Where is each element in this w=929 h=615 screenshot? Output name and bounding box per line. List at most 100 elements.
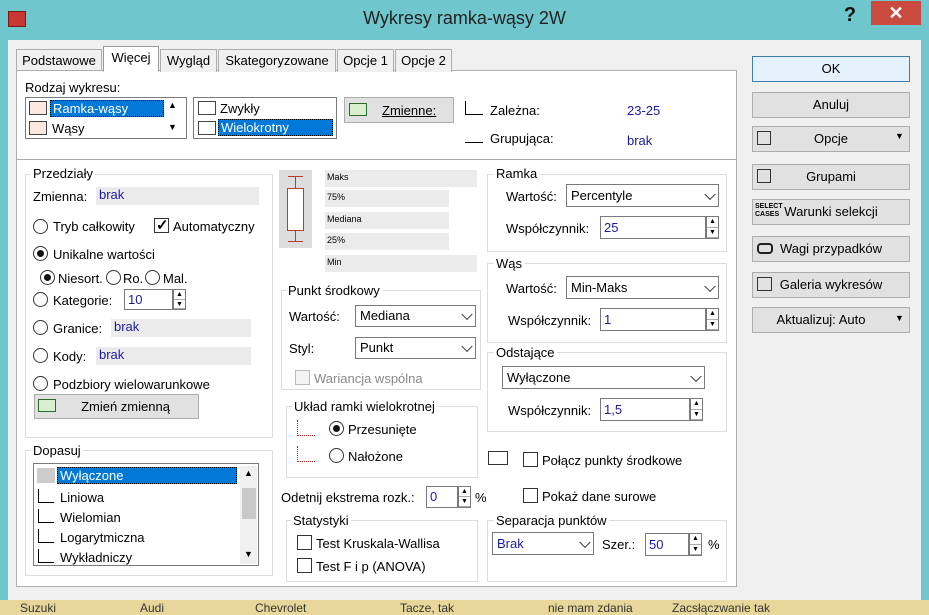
rodzaj-item[interactable]: Ramka-wąsy — [50, 100, 164, 117]
dopasuj-item[interactable]: Wielomian — [60, 510, 121, 525]
punkt-title: Punkt środkowy — [286, 283, 382, 298]
podzbiory-radio[interactable] — [33, 376, 48, 391]
was-wsp-input[interactable]: 1 — [600, 308, 706, 331]
kody-value[interactable]: brak — [96, 347, 251, 365]
scroll-up-icon[interactable]: ▲ — [168, 100, 177, 110]
close-button[interactable]: ✕ — [871, 1, 921, 25]
odetnij-input[interactable]: 0 — [426, 486, 458, 508]
spin-down-icon[interactable]: ▼ — [459, 497, 470, 507]
opcje-button[interactable]: Opcje — [752, 126, 910, 152]
spin-down-icon[interactable]: ▼ — [707, 320, 718, 330]
granice-radio[interactable] — [33, 320, 48, 335]
spin-down-icon[interactable]: ▼ — [707, 228, 718, 238]
tab-podstawowe[interactable]: Podstawowe — [16, 49, 102, 72]
scroll-down-icon[interactable]: ▼ — [244, 549, 253, 559]
punkt-wartosc-select[interactable]: Mediana — [355, 305, 476, 327]
styl-label: Styl: — [289, 341, 315, 356]
spin-down-icon[interactable]: ▼ — [174, 300, 185, 309]
ok-button[interactable]: OK — [752, 56, 910, 82]
grupami-button[interactable]: Grupami — [752, 164, 910, 190]
tab-wiecej[interactable]: Więcej — [103, 46, 159, 72]
granice-value[interactable]: brak — [111, 319, 251, 337]
szer-spinner[interactable]: ▲ ▼ — [689, 533, 702, 556]
was-title: Wąs — [494, 256, 524, 271]
nalozone-radio[interactable] — [329, 448, 344, 463]
plain-icon — [198, 101, 216, 115]
auto-checkbox[interactable] — [154, 216, 169, 234]
wariancja-checkbox[interactable] — [295, 370, 310, 385]
aktualizuj-button[interactable]: Aktualizuj: Auto — [752, 307, 910, 333]
tab-opcje2[interactable]: Opcje 2 — [395, 49, 452, 72]
ramka-wsp-input[interactable]: 25 — [600, 216, 706, 239]
mal-radio[interactable] — [145, 270, 160, 285]
anova-checkbox[interactable] — [297, 558, 312, 573]
preview-75: 75% — [325, 190, 449, 207]
offset-icon — [297, 420, 315, 436]
pokaz-checkbox[interactable] — [523, 488, 538, 503]
styl-select[interactable]: Punkt — [355, 337, 476, 359]
was-wartosc-select[interactable]: Min-Maks — [566, 276, 719, 299]
ramka-wartosc-select[interactable]: Percentyle — [566, 184, 719, 207]
window-frame-left — [0, 40, 8, 615]
scroll-up-icon[interactable]: ▲ — [244, 468, 253, 478]
window-title: Wykresy ramka-wąsy 2W — [363, 8, 566, 28]
grupujaca-value: brak — [627, 133, 653, 148]
tab-skategoryzowane[interactable]: Skategoryzowane — [218, 49, 336, 72]
spin-down-icon[interactable]: ▼ — [690, 545, 701, 555]
tab-opcje1[interactable]: Opcje 1 — [337, 49, 394, 72]
cancel-button[interactable]: Anuluj — [752, 92, 910, 118]
unikalne-radio[interactable] — [33, 246, 48, 261]
kw-checkbox[interactable] — [297, 535, 312, 550]
was-wsp-spinner[interactable]: ▲ ▼ — [706, 308, 719, 331]
kategorie-radio[interactable] — [33, 292, 48, 307]
odetnij-spinner[interactable]: ▲ ▼ — [458, 486, 471, 508]
spin-up-icon[interactable]: ▲ — [459, 487, 470, 497]
bg-cell: Tacze, tak — [400, 601, 455, 615]
punkt-wartosc-label: Wartość: — [289, 309, 340, 324]
spin-up-icon[interactable]: ▲ — [690, 534, 701, 545]
rodzaj-item[interactable]: Wąsy — [52, 121, 85, 136]
niesort-radio[interactable] — [40, 270, 55, 285]
kody-radio[interactable] — [33, 348, 48, 363]
dropdown-arrow-icon: ▼ — [895, 313, 904, 323]
zmien-zmienna-button[interactable]: Zmień zmienną — [34, 394, 199, 419]
dopasuj-item[interactable]: Wyłączone — [57, 467, 237, 484]
separacja-select[interactable]: Brak — [492, 532, 594, 555]
zmienna-value: brak — [96, 187, 259, 205]
wagi-button[interactable]: Wagi przypadków — [752, 236, 910, 262]
spin-up-icon[interactable]: ▲ — [707, 217, 718, 228]
odstajace-wsp-spinner[interactable]: ▲ ▼ — [690, 398, 703, 421]
spin-up-icon[interactable]: ▲ — [691, 399, 702, 410]
spin-up-icon[interactable]: ▲ — [707, 309, 718, 320]
chevron-down-icon — [461, 340, 473, 353]
granice-label: Granice: — [53, 321, 103, 336]
galeria-button[interactable]: Galeria wykresów — [752, 272, 910, 298]
kw-label: Test Kruskala-Wallisa — [316, 536, 440, 551]
tab-wyglad[interactable]: Wygląd — [160, 49, 217, 72]
odstajace-select[interactable]: Wyłączone — [502, 366, 705, 389]
szer-input[interactable]: 50 — [645, 533, 689, 556]
polacz-checkbox[interactable] — [523, 452, 538, 467]
help-button[interactable]: ? — [836, 4, 864, 30]
tryb-radio[interactable] — [33, 219, 48, 234]
ro-radio[interactable] — [106, 270, 121, 285]
kategorie-spinner[interactable]: ▲ ▼ — [173, 289, 186, 310]
ramka-wsp-spinner[interactable]: ▲ ▼ — [706, 216, 719, 239]
przesuniete-radio[interactable] — [329, 421, 344, 436]
fit-log-icon — [38, 529, 54, 543]
dopasuj-item[interactable]: Wykładniczy — [60, 550, 132, 565]
fit-linear-icon — [38, 489, 54, 503]
scroll-down-icon[interactable]: ▼ — [168, 122, 177, 132]
spin-down-icon[interactable]: ▼ — [691, 410, 702, 420]
dopasuj-item[interactable]: Liniowa — [60, 490, 104, 505]
dopasuj-item[interactable]: Logarytmiczna — [60, 530, 145, 545]
chevron-down-icon — [704, 280, 716, 292]
type-item[interactable]: Zwykły — [220, 101, 260, 116]
scroll-thumb[interactable] — [242, 488, 256, 519]
kategorie-input[interactable]: 10 — [124, 289, 173, 310]
type-item[interactable]: Wielokrotny — [218, 119, 333, 136]
bg-cell: Audi — [140, 601, 165, 615]
spin-up-icon[interactable]: ▲ — [174, 290, 185, 300]
odstajace-wsp-input[interactable]: 1,5 — [600, 398, 690, 421]
podzbiory-label: Podzbiory wielowarunkowe — [53, 377, 210, 392]
